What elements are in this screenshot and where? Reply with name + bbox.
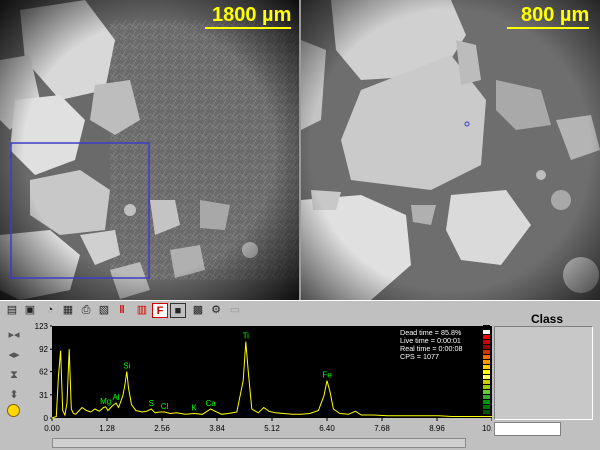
x-tick-label: 3.84 [209, 424, 225, 433]
peak-label: Fe [322, 371, 332, 380]
y-tick-label: 31 [39, 391, 48, 400]
spectrum-chart[interactable]: 123 92 62 31 0 0.00 1.28 2.56 3.84 5.12 6.40 7.68 8.… [30, 322, 492, 440]
x-tick-label: 2.56 [154, 424, 170, 433]
peak-label: Si [123, 362, 130, 371]
y-tick-label: 92 [39, 345, 48, 354]
horizontal-scrollbar[interactable] [52, 438, 466, 448]
y-tick-label: 62 [39, 368, 48, 377]
filter-icon[interactable]: F [152, 303, 168, 318]
peak-label: Mg [100, 397, 111, 406]
class-input[interactable] [494, 422, 561, 436]
open-icon[interactable]: ▤ [4, 303, 20, 318]
class-list[interactable] [494, 326, 593, 420]
acquisition-info: CPS = 1077 [400, 352, 439, 361]
stop-icon[interactable]: ■ [170, 303, 186, 318]
smiley-icon[interactable] [7, 404, 20, 417]
print-icon[interactable]: ⎙ [78, 303, 94, 318]
sem-micrograph-right [301, 0, 600, 300]
x-tick-label: 6.40 [319, 424, 335, 433]
peak-label-icon[interactable]: ‖ [114, 303, 130, 318]
copy-icon[interactable]: ▧ [96, 303, 112, 318]
peak-label: S [149, 399, 154, 408]
scale-label-right: 800 µm [521, 4, 590, 26]
x-tick-label: 10.24 [482, 424, 492, 433]
y-tick-label: 0 [44, 414, 49, 423]
save-icon[interactable]: ▣ [22, 303, 38, 318]
x-tick-label: 5.12 [264, 424, 280, 433]
sem-micrograph-left [0, 0, 299, 300]
report-icon[interactable]: ▦ [60, 303, 76, 318]
pan-y-icon[interactable]: ⬍ [6, 388, 22, 402]
pan-x-icon[interactable]: ◂▸ [6, 348, 22, 362]
scale-bar-left [205, 27, 291, 29]
scale-label-left: 1800 µm [212, 4, 292, 26]
class-color-strip [483, 325, 490, 420]
zoom-y-icon[interactable]: ⧗ [6, 368, 22, 382]
peak-label: K [192, 404, 198, 413]
blank-icon[interactable]: ▭ [226, 303, 244, 318]
sem-image-right[interactable]: 800 µm [301, 0, 600, 300]
sem-image-left[interactable]: 1800 µm [0, 0, 299, 300]
y-tick-label: 123 [35, 322, 49, 331]
scale-bar-right [507, 27, 589, 29]
x-tick-label: 0.00 [44, 424, 60, 433]
class-title: Class [530, 312, 564, 326]
peak-label: Al [112, 393, 119, 402]
zoom-x-icon[interactable]: ▸◂ [6, 328, 22, 342]
peak-label: Ti [243, 332, 250, 341]
peak-label: Ca [205, 399, 216, 408]
export-icon[interactable]: ◔ [42, 303, 58, 318]
spectrum-svg: 123 92 62 31 00.00 1.28 2.56 3.84 5.12 6.40 7.68 8.… [35, 322, 492, 433]
x-tick-label: 1.28 [99, 424, 115, 433]
x-tick-label: 8.96 [429, 424, 445, 433]
x-tick-label: 7.68 [374, 424, 390, 433]
chart-icon[interactable]: ▥ [134, 303, 150, 318]
settings-icon[interactable]: ⚙ [208, 303, 224, 318]
class-color-swatch[interactable] [483, 410, 490, 415]
grid-icon[interactable]: ▩ [190, 303, 206, 318]
peak-label: Cl [161, 402, 169, 411]
